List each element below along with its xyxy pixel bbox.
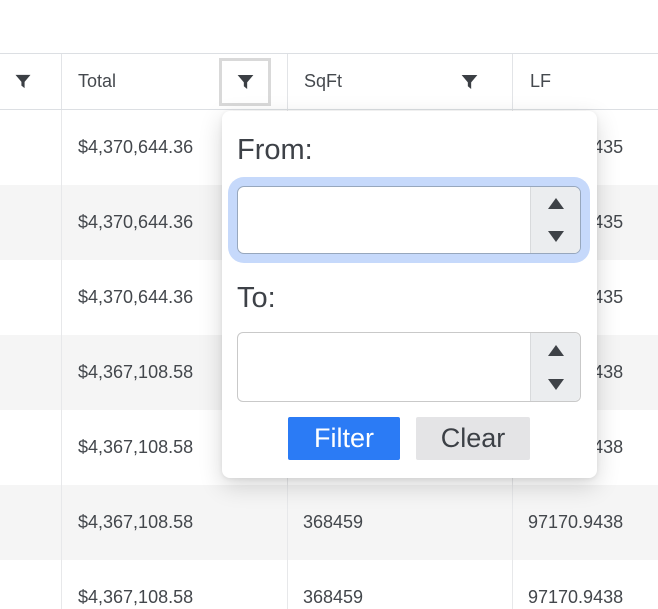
from-label: From:	[237, 133, 581, 167]
row-filter-cell	[0, 335, 62, 410]
sqft-cell: 368459	[288, 560, 513, 609]
header-cell-row-filter	[0, 54, 62, 109]
arrow-up-icon	[548, 345, 564, 356]
filter-button[interactable]: Filter	[288, 417, 400, 460]
total-cell: $4,367,108.58	[62, 560, 288, 609]
to-input[interactable]	[238, 333, 530, 401]
lf-cell: 97170.9438	[513, 560, 658, 609]
to-spinner	[530, 333, 580, 401]
arrow-down-icon	[548, 231, 564, 242]
from-number-input-group	[237, 186, 581, 254]
filter-funnel-icon[interactable]	[13, 71, 33, 92]
row-filter-cell	[0, 560, 62, 609]
column-label-sqft: SqFt	[304, 71, 342, 92]
arrow-down-icon	[548, 379, 564, 390]
from-spinner	[530, 187, 580, 253]
table-row[interactable]: $4,367,108.58 368459 97170.9438	[0, 485, 658, 560]
row-filter-cell	[0, 410, 62, 485]
grid-screen: Total SqFt LF $4,370,644.36 368459 97170…	[0, 0, 658, 609]
header-cell-lf: LF	[513, 54, 658, 109]
from-input[interactable]	[238, 187, 530, 253]
to-label: To:	[237, 281, 581, 315]
popup-button-row: Filter Clear	[237, 417, 581, 460]
sqft-filter-button[interactable]	[459, 71, 480, 93]
spin-down-button[interactable]	[531, 220, 580, 253]
row-filter-cell	[0, 485, 62, 560]
row-filter-cell	[0, 260, 62, 335]
total-cell: $4,367,108.58	[62, 485, 288, 560]
table-row[interactable]: $4,367,108.58 368459 97170.9438	[0, 560, 658, 609]
number-filter-popup: From: To: Filter Clear	[222, 111, 597, 478]
header-cell-sqft: SqFt	[288, 54, 513, 109]
sqft-cell: 368459	[288, 485, 513, 560]
arrow-up-icon	[548, 198, 564, 209]
column-label-total: Total	[78, 71, 116, 92]
column-label-lf: LF	[530, 71, 551, 92]
header-cell-total: Total	[62, 54, 288, 109]
total-filter-button-active[interactable]	[219, 58, 271, 106]
lf-cell: 97170.9438	[513, 485, 658, 560]
to-number-input-group	[237, 332, 581, 402]
row-filter-cell	[0, 185, 62, 260]
row-filter-cell	[0, 110, 62, 185]
spin-up-button[interactable]	[531, 333, 580, 367]
clear-button[interactable]: Clear	[416, 417, 530, 460]
spin-up-button[interactable]	[531, 187, 580, 220]
grid-header-row: Total SqFt LF	[0, 53, 658, 110]
spin-down-button[interactable]	[531, 367, 580, 401]
